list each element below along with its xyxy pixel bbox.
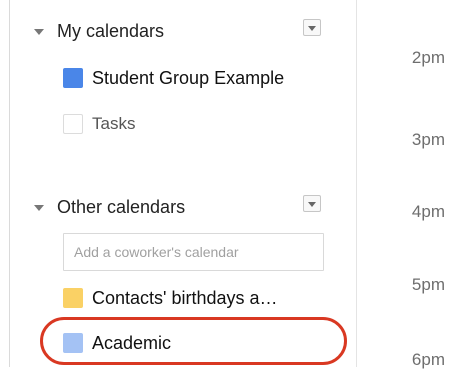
sidebar-left-border [9, 0, 10, 367]
collapse-caret-icon[interactable] [34, 205, 44, 211]
calendar-color-swatch[interactable] [63, 114, 83, 134]
calendar-item-academic[interactable]: Academic [63, 329, 363, 357]
add-coworker-calendar-input[interactable] [63, 233, 324, 271]
time-label-5pm: 5pm [411, 275, 445, 294]
time-label-4pm: 4pm [411, 202, 445, 221]
calendar-item-student-group[interactable]: Student Group Example [63, 64, 363, 92]
other-calendars-title: Other calendars [57, 196, 186, 217]
calendar-item-label: Contacts' birthdays a… [92, 287, 278, 308]
collapse-caret-icon[interactable] [34, 29, 44, 35]
my-calendars-header[interactable]: My calendars [34, 18, 334, 44]
time-label-3pm: 3pm [411, 130, 445, 149]
calendar-color-swatch[interactable] [63, 288, 83, 308]
other-calendars-menu-dropdown-icon[interactable] [303, 195, 321, 212]
time-label-2pm: 2pm [411, 48, 445, 67]
my-calendars-menu-dropdown-icon[interactable] [303, 19, 321, 36]
other-calendars-header[interactable]: Other calendars [34, 194, 334, 220]
calendar-item-contacts-birthdays[interactable]: Contacts' birthdays a… [63, 284, 363, 312]
my-calendars-title: My calendars [57, 20, 165, 41]
calendar-color-swatch[interactable] [63, 333, 83, 353]
calendar-item-label: Tasks [92, 114, 136, 133]
calendar-item-tasks[interactable]: Tasks [63, 110, 363, 138]
calendar-item-label: Student Group Example [92, 67, 285, 88]
calendar-color-swatch[interactable] [63, 68, 83, 88]
calendar-item-label: Academic [92, 332, 172, 353]
time-label-6pm: 6pm [411, 350, 445, 369]
